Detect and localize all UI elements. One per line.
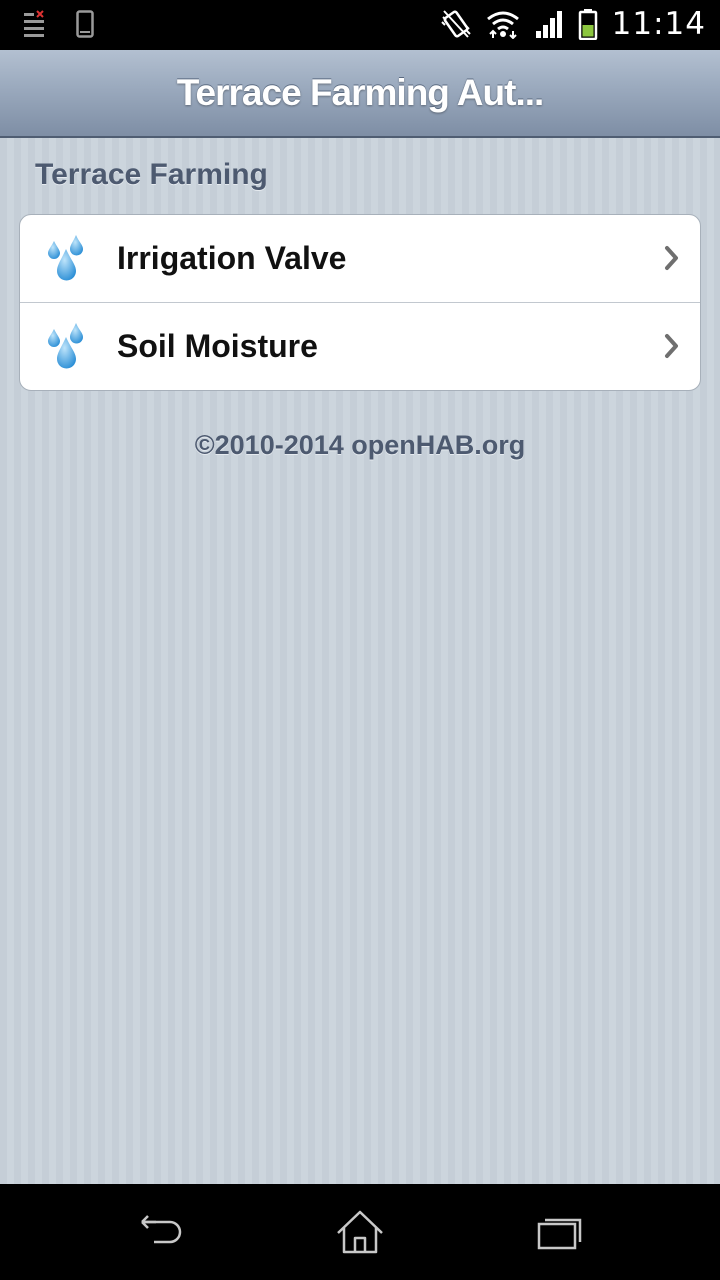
main-content: Terrace Farming Irrigation Valve Soil Mo… <box>0 138 720 1184</box>
phone-icon <box>76 10 94 38</box>
item-label: Irrigation Valve <box>117 240 347 276</box>
notification-list-icon <box>24 10 44 37</box>
back-icon[interactable] <box>130 1208 190 1258</box>
group-title: Terrace Farming <box>35 158 268 191</box>
clock: 11:14 <box>611 6 706 42</box>
item-list: Irrigation Valve Soil Moisture <box>19 214 701 391</box>
app-header: Terrace Farming Aut... <box>0 50 720 138</box>
battery-icon <box>578 9 597 40</box>
water-drops-icon <box>48 323 83 369</box>
water-drops-icon <box>48 235 83 281</box>
list-item-irrigation-valve[interactable]: Irrigation Valve <box>20 215 700 302</box>
chevron-right-icon <box>665 246 678 270</box>
page-title: Terrace Farming Aut... <box>176 72 545 113</box>
item-label: Soil Moisture <box>117 328 318 364</box>
status-bar: 11:14 <box>0 0 720 50</box>
list-item-soil-moisture[interactable]: Soil Moisture <box>20 302 700 390</box>
vibrate-icon <box>440 10 471 38</box>
recent-apps-icon[interactable] <box>530 1208 590 1258</box>
signal-icon <box>535 11 562 38</box>
wifi-icon <box>486 11 519 39</box>
copyright-footer: ©2010-2014 openHAB.org <box>194 430 526 460</box>
home-icon[interactable] <box>330 1208 390 1258</box>
system-nav-bar <box>0 1184 720 1280</box>
chevron-right-icon <box>665 334 678 358</box>
